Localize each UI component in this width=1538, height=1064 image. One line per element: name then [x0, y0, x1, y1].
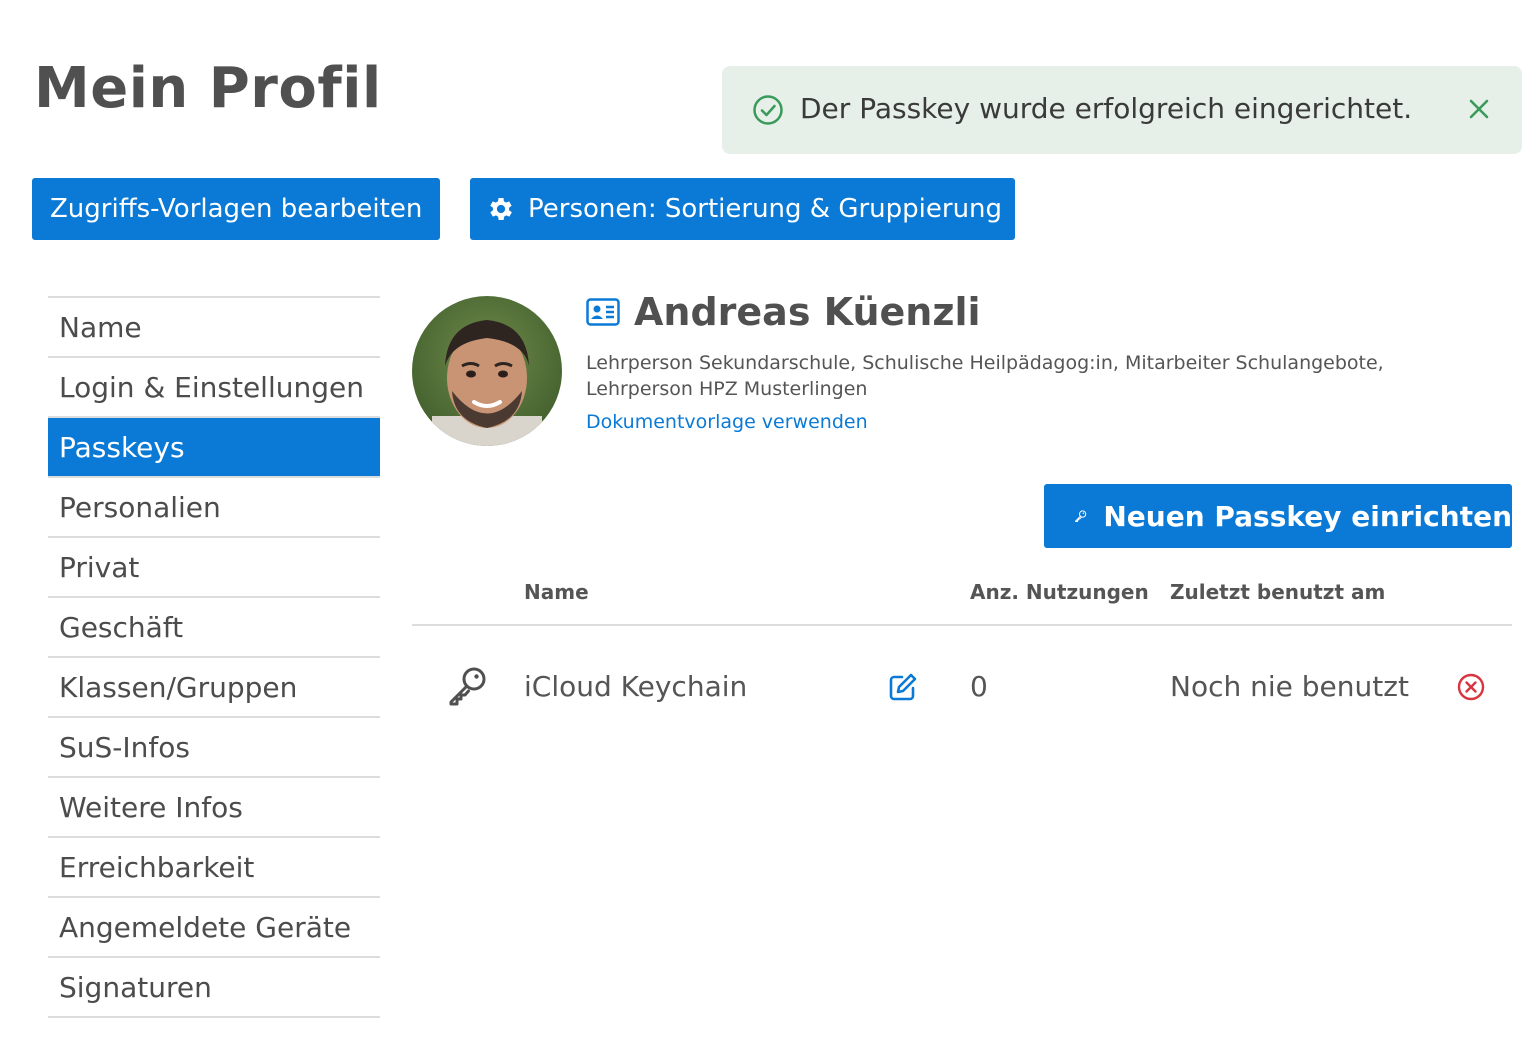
sidebar-item-personalien[interactable]: Personalien [48, 478, 380, 538]
close-icon[interactable] [1464, 94, 1494, 124]
profile-roles: Lehrperson Sekundarschule, Schulische He… [586, 352, 1384, 400]
success-alert: Der Passkey wurde erfolgreich eingericht… [722, 66, 1522, 154]
profile-sidebar: Name Login & Einstellungen Passkeys Pers… [48, 296, 380, 1018]
column-header-uses: Anz. Nutzungen [970, 580, 1149, 604]
sidebar-item-label: Passkeys [59, 430, 185, 464]
avatar [412, 296, 562, 446]
column-header-last-used: Zuletzt benutzt am [1170, 580, 1386, 604]
edit-access-templates-button[interactable]: Zugriffs-Vorlagen bearbeiten [32, 178, 440, 240]
sidebar-item-geschaeft[interactable]: Geschäft [48, 598, 380, 658]
alert-message: Der Passkey wurde erfolgreich eingericht… [800, 92, 1413, 125]
sidebar-item-weitere-infos[interactable]: Weitere Infos [48, 778, 380, 838]
sidebar-item-sus-infos[interactable]: SuS-Infos [48, 718, 380, 778]
add-passkey-button[interactable]: Neuen Passkey einrichten [1044, 484, 1512, 548]
sidebar-item-label: Erreichbarkeit [59, 850, 255, 884]
sidebar-item-label: Privat [59, 550, 140, 584]
sidebar-item-label: Klassen/Gruppen [59, 670, 298, 704]
id-card-icon [586, 298, 620, 326]
profile-header: Andreas Küenzli [586, 290, 981, 334]
sidebar-item-privat[interactable]: Privat [48, 538, 380, 598]
page-title: Mein Profil [34, 56, 382, 121]
passkey-table-header: Name Anz. Nutzungen Zuletzt benutzt am [412, 576, 1512, 626]
sidebar-item-label: Weitere Infos [59, 790, 243, 824]
person-sorting-button[interactable]: Personen: Sortierung & Gruppierung [470, 178, 1015, 240]
sidebar-item-name[interactable]: Name [48, 298, 380, 358]
sidebar-item-login-settings[interactable]: Login & Einstellungen [48, 358, 380, 418]
profile-name: Andreas Küenzli [634, 290, 981, 334]
use-document-template-link[interactable]: Dokumentvorlage verwenden [586, 411, 868, 433]
passkey-uses: 0 [970, 670, 988, 703]
sidebar-item-passkeys[interactable]: Passkeys [48, 418, 380, 478]
profile-page: Mein Profil Der Passkey wurde erfolgreic… [0, 0, 1538, 1064]
sidebar-item-label: Personalien [59, 490, 221, 524]
check-circle-icon [753, 95, 783, 125]
add-passkey-label: Neuen Passkey einrichten [1103, 499, 1512, 533]
passkey-name: iCloud Keychain [524, 670, 748, 703]
edit-access-templates-label: Zugriffs-Vorlagen bearbeiten [50, 194, 423, 224]
person-sorting-label: Personen: Sortierung & Gruppierung [528, 194, 1003, 224]
passkey-last-used: Noch nie benutzt [1170, 670, 1409, 703]
sidebar-item-label: Geschäft [59, 610, 184, 644]
sidebar-item-label: Login & Einstellungen [59, 370, 364, 404]
sidebar-item-angemeldete-geraete[interactable]: Angemeldete Geräte [48, 898, 380, 958]
sidebar-item-label: Angemeldete Geräte [59, 910, 352, 944]
sidebar-item-klassen-gruppen[interactable]: Klassen/Gruppen [48, 658, 380, 718]
sidebar-item-signaturen[interactable]: Signaturen [48, 958, 380, 1018]
avatar-photo [412, 296, 562, 446]
table-row: iCloud Keychain 0 Noch nie benutzt [412, 640, 1512, 736]
key-icon [449, 667, 486, 706]
delete-icon[interactable] [1457, 673, 1485, 701]
sidebar-item-label: SuS-Infos [59, 730, 190, 764]
gear-icon [490, 198, 512, 220]
sidebar-item-label: Name [59, 310, 142, 344]
edit-icon[interactable] [888, 672, 918, 702]
key-icon [1075, 510, 1087, 523]
sidebar-item-erreichbarkeit[interactable]: Erreichbarkeit [48, 838, 380, 898]
column-header-name: Name [524, 580, 589, 604]
sidebar-item-label: Signaturen [59, 970, 212, 1004]
